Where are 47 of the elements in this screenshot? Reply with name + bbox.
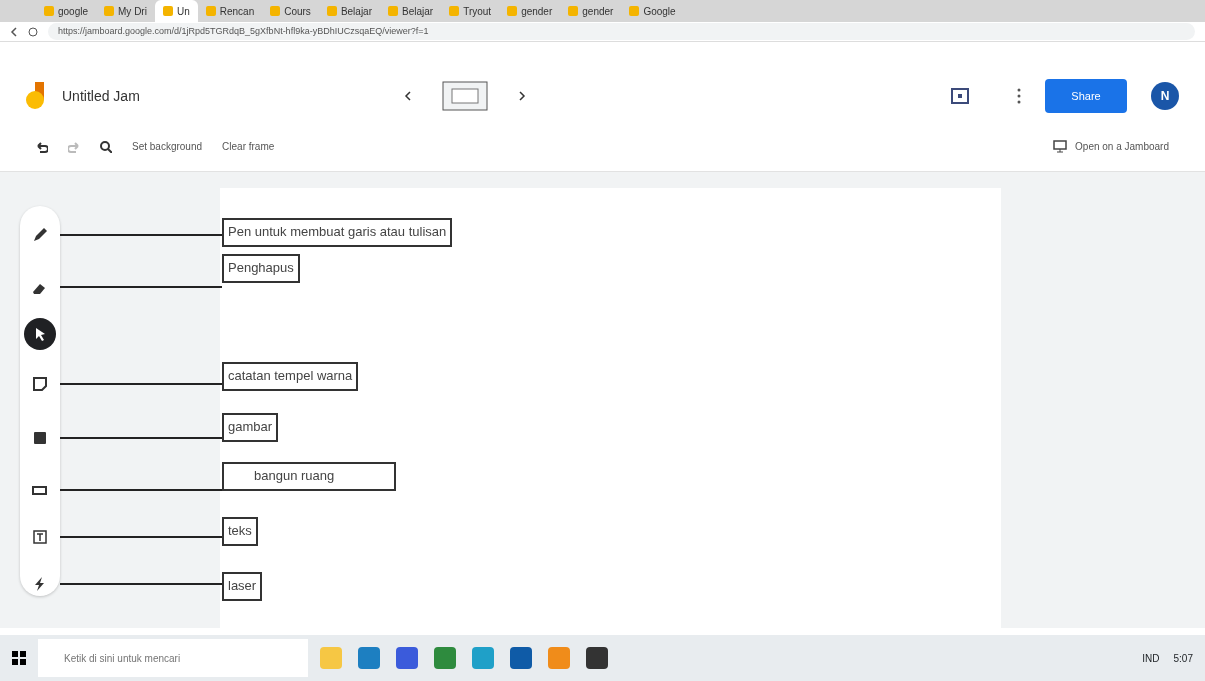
annotation-label: Penghapus (222, 254, 300, 283)
sticky-note-icon (31, 375, 49, 393)
next-frame-icon[interactable] (518, 91, 527, 101)
browser-tab[interactable]: Belajar (318, 0, 380, 22)
previous-frame-icon[interactable] (404, 91, 413, 101)
present-icon[interactable] (951, 88, 969, 104)
more-icon[interactable] (1017, 88, 1021, 104)
frame-thumbnail-icon[interactable] (442, 81, 489, 111)
annotation-label: catatan tempel warna (222, 362, 359, 391)
reload-icon[interactable] (28, 26, 38, 37)
browser-tab[interactable]: google (36, 0, 97, 22)
browser-tab[interactable]: gender (560, 0, 622, 22)
share-button[interactable]: Share (1045, 79, 1127, 113)
clock[interactable]: 5:07 (1173, 650, 1193, 666)
annotation-label: teks (222, 517, 258, 546)
back-icon[interactable] (10, 26, 18, 37)
avatar[interactable]: N (1151, 82, 1179, 110)
open-on-jamboard-button[interactable]: Open on a Jamboard (1075, 139, 1169, 154)
language-indicator[interactable]: IND (1142, 650, 1160, 666)
undo-icon[interactable] (36, 140, 48, 153)
search-field[interactable]: Ketik di sini untuk mencari (38, 639, 308, 677)
document-title[interactable]: Untitled Jam (62, 85, 140, 107)
tool-button[interactable] (24, 318, 56, 350)
browser-tab[interactable]: Rencan (197, 0, 263, 22)
clear-frame-button[interactable]: Clear frame (222, 139, 275, 154)
app-icon[interactable] (396, 647, 418, 669)
zoom-icon[interactable] (100, 140, 112, 153)
pen-icon (31, 226, 49, 244)
browser-tab[interactable]: My Dri (96, 0, 155, 22)
annotation-label: bangun ruang (222, 462, 397, 491)
browser-tab[interactable]: Un (154, 0, 198, 22)
monitor-icon[interactable] (1053, 140, 1068, 153)
text-box-icon (31, 528, 49, 546)
browser-tab[interactable]: Google (621, 0, 684, 22)
image-icon (31, 429, 49, 447)
browser-tab[interactable]: gender (499, 0, 561, 22)
set-background-button[interactable]: Set background (132, 139, 203, 154)
browser-tab[interactable]: Belajar (380, 0, 442, 22)
app-icon[interactable] (510, 647, 532, 669)
app-icon[interactable] (586, 647, 608, 669)
annotation-label: Pen untuk membuat garis atau tulisan (222, 218, 453, 247)
annotation-label: laser (222, 572, 263, 601)
annotation-label: gambar (222, 413, 279, 442)
start-icon[interactable] (12, 651, 26, 665)
browser-tab[interactable]: Cours (262, 0, 319, 22)
address-field[interactable]: https://jamboard.google.com/d/1jRpd5TGRdqB_5gXfbNt-hfl9ka-yBDhIUCzsqaEQ/viewer?f=1 (48, 22, 1195, 41)
browser-tab[interactable]: Tryout (441, 0, 500, 22)
